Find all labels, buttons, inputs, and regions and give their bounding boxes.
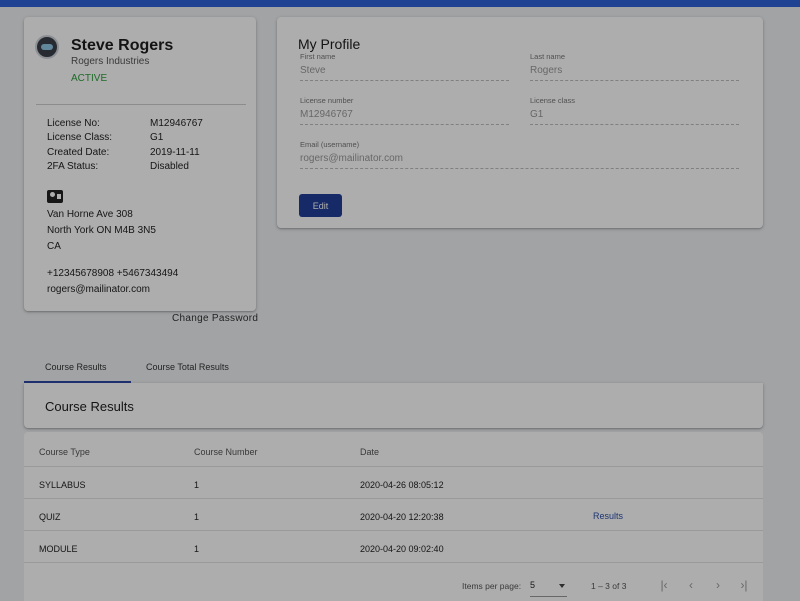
company-name: Rogers Industries: [71, 56, 150, 67]
row-divider: [24, 498, 763, 499]
email-field[interactable]: Email (username) rogers@mailinator.com: [300, 140, 739, 169]
column-header-course-number: Course Number: [194, 447, 258, 457]
email-address: rogers@mailinator.com: [47, 284, 150, 295]
address-line-2: North York ON M4B 3N5: [47, 225, 156, 236]
results-link[interactable]: Results: [593, 511, 623, 521]
cell-date: 2020-04-20 12:20:38: [360, 512, 444, 522]
dropdown-caret-icon: [559, 584, 565, 588]
field-label: Last name: [530, 52, 566, 61]
course-results-table: Course Type Course Number Date SYLLABUS …: [24, 432, 763, 601]
address-line-1: Van Horne Ave 308: [47, 209, 133, 220]
field-value[interactable]: G1: [530, 109, 739, 125]
first-page-icon[interactable]: |‹: [656, 577, 672, 593]
license-number-field[interactable]: License number M12946767: [300, 96, 509, 125]
items-per-page-label: Items per page:: [462, 581, 522, 591]
row-divider: [24, 466, 763, 467]
cell-date: 2020-04-26 08:05:12: [360, 480, 444, 490]
course-results-header: Course Results: [24, 383, 763, 428]
cell-course-number: 1: [194, 480, 200, 490]
cell-course-type: QUIZ: [39, 512, 61, 522]
field-label: First name: [300, 52, 336, 61]
course-results-title: Course Results: [45, 399, 134, 414]
field-value[interactable]: rogers@mailinator.com: [300, 153, 739, 169]
my-profile-title: My Profile: [298, 36, 361, 52]
top-accent-bar: [0, 0, 800, 7]
previous-page-icon[interactable]: ‹: [683, 577, 699, 593]
profile-page: Steve Rogers Rogers Industries ACTIVE Li…: [0, 7, 800, 601]
field-value[interactable]: Rogers: [530, 65, 739, 81]
info-label: License No:: [47, 118, 100, 129]
cell-date: 2020-04-20 09:02:40: [360, 544, 444, 554]
info-value: Disabled: [150, 161, 189, 172]
cell-course-number: 1: [194, 544, 200, 554]
page-size-select[interactable]: 5: [530, 577, 567, 597]
contact-card-icon: [47, 190, 63, 203]
row-divider: [24, 530, 763, 531]
profile-summary-card: Steve Rogers Rogers Industries ACTIVE Li…: [24, 17, 256, 311]
cell-course-number: 1: [194, 512, 200, 522]
info-row-2fa-status: 2FA Status: Disabled: [47, 161, 189, 172]
page-size-value: 5: [530, 580, 536, 590]
status-badge: ACTIVE: [71, 73, 108, 84]
change-password-link[interactable]: Change Password: [172, 313, 258, 324]
info-label: 2FA Status:: [47, 161, 99, 172]
info-row-license-no: License No: M12946767: [47, 118, 203, 129]
field-value[interactable]: Steve: [300, 65, 509, 81]
field-value[interactable]: M12946767: [300, 109, 509, 125]
address-line-3: CA: [47, 241, 61, 252]
info-value: M12946767: [150, 118, 203, 129]
divider: [36, 104, 246, 105]
page-range-label: 1 – 3 of 3: [591, 581, 627, 591]
license-class-field[interactable]: License class G1: [530, 96, 739, 125]
next-page-icon[interactable]: ›: [710, 577, 726, 593]
column-header-course-type: Course Type: [39, 447, 90, 457]
cell-course-type: MODULE: [39, 544, 78, 554]
tab-course-results[interactable]: Course Results: [45, 362, 107, 372]
info-value: 2019-11-11: [150, 147, 200, 158]
field-label: License class: [530, 96, 576, 105]
field-label: Email (username): [300, 140, 360, 149]
info-value: G1: [150, 132, 164, 143]
row-divider: [24, 562, 763, 563]
my-profile-card: My Profile First name Steve Last name Ro…: [277, 17, 763, 228]
user-name: Steve Rogers: [71, 37, 174, 54]
last-name-field[interactable]: Last name Rogers: [530, 52, 739, 81]
phone-numbers: +12345678908 +5467343494: [47, 268, 179, 279]
info-label: License Class:: [47, 132, 113, 143]
edit-button[interactable]: Edit: [299, 194, 342, 217]
last-page-icon[interactable]: ›|: [736, 577, 752, 593]
field-label: License number: [300, 96, 354, 105]
avatar-icon: [35, 35, 59, 59]
tab-course-total-results[interactable]: Course Total Results: [146, 362, 229, 372]
info-label: Created Date:: [47, 147, 110, 158]
first-name-field[interactable]: First name Steve: [300, 52, 509, 81]
info-row-license-class: License Class: G1: [47, 132, 163, 143]
column-header-date: Date: [360, 447, 380, 457]
info-row-created-date: Created Date: 2019-11-11: [47, 147, 200, 158]
cell-course-type: SYLLABUS: [39, 480, 86, 490]
